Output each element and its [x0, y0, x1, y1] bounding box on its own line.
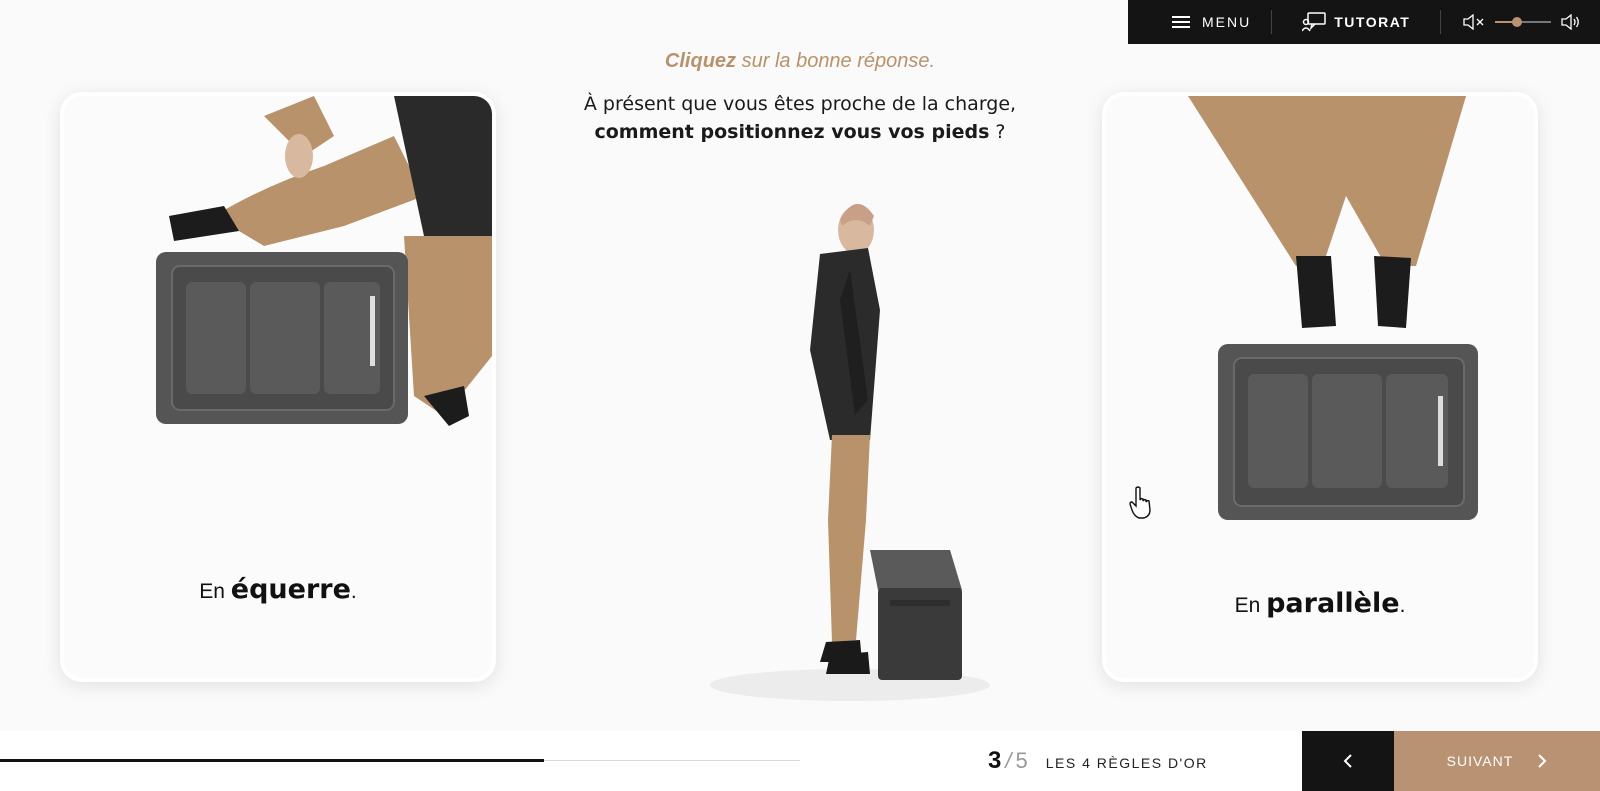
option-card-equerre[interactable]: En équerre.: [60, 92, 496, 682]
option-label-parallele: En parallèle.: [1106, 588, 1534, 619]
current-page: 3: [988, 747, 1002, 774]
tutor-chat-icon: [1302, 12, 1326, 32]
chevron-left-icon: [1343, 754, 1352, 768]
option-suffix: .: [1399, 594, 1406, 617]
menu-label: MENU: [1202, 14, 1252, 30]
top-toolbar: MENU TUTORAT: [1128, 0, 1600, 44]
next-label: SUIVANT: [1446, 753, 1514, 769]
option-prefix: En: [1234, 594, 1267, 617]
volume-slider[interactable]: [1495, 17, 1552, 27]
next-button[interactable]: SUIVANT: [1394, 731, 1600, 791]
question-end: ?: [989, 121, 1006, 143]
tutorat-button[interactable]: TUTORAT: [1272, 0, 1440, 44]
question-bold: comment positionnez vous vos pieds: [594, 121, 990, 143]
option-prefix: En: [199, 580, 231, 603]
feet-square-photo: [64, 96, 492, 556]
footer-nav: 3 / 5 LES 4 RÈGLES D'OR SUIVANT: [0, 731, 1600, 791]
instruction: Cliquez sur la bonne réponse.: [0, 50, 1600, 73]
menu-button[interactable]: MENU: [1128, 0, 1271, 44]
option-label-equerre: En équerre.: [64, 574, 492, 605]
page-slash: /: [1005, 748, 1012, 773]
tutorat-label: TUTORAT: [1334, 14, 1411, 30]
page-indicator: 3 / 5 LES 4 RÈGLES D'OR: [988, 747, 1208, 775]
volume-max-icon[interactable]: [1561, 14, 1581, 30]
previous-button[interactable]: [1302, 731, 1394, 791]
instruction-prompt: Cliquez sur la bonne réponse.: [665, 50, 935, 72]
feet-parallel-photo: [1106, 96, 1534, 556]
chevron-right-icon: [1538, 754, 1547, 768]
option-suffix: .: [350, 580, 357, 603]
volume-control: [1441, 14, 1581, 30]
prompt-bold: Cliquez: [664, 50, 737, 72]
hamburger-icon: [1172, 16, 1190, 28]
chapter-title: LES 4 RÈGLES D'OR: [1045, 755, 1208, 771]
total-pages: 5: [1015, 748, 1028, 773]
option-bold: parallèle: [1266, 588, 1400, 619]
mute-icon[interactable]: [1463, 14, 1485, 30]
option-bold: équerre: [230, 574, 351, 605]
man-with-box-photo: [710, 203, 990, 701]
hand-pointer-icon: [1129, 486, 1151, 519]
volume-knob[interactable]: [1511, 17, 1522, 27]
prompt-rest: sur la bonne réponse.: [736, 50, 936, 72]
progress-fill: [0, 759, 544, 762]
option-card-parallele[interactable]: En parallèle.: [1102, 92, 1538, 682]
